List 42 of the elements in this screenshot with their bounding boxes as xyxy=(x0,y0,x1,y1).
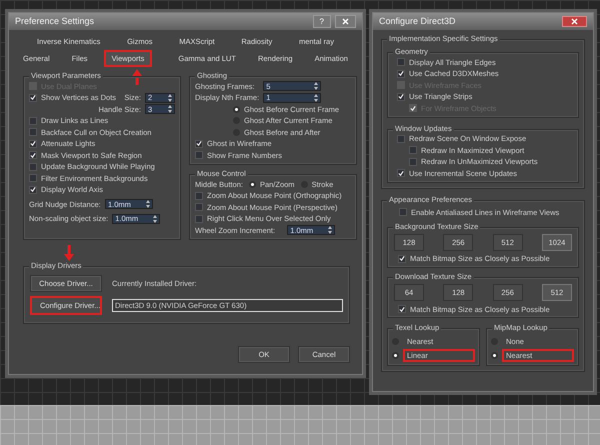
checkbox[interactable] xyxy=(409,146,417,154)
close-icon xyxy=(571,18,578,25)
checkbox[interactable] xyxy=(29,140,37,148)
window-title: Configure Direct3D xyxy=(379,16,457,27)
checkbox[interactable] xyxy=(29,128,37,136)
spinner-arrows-icon xyxy=(168,94,172,102)
checkbox[interactable] xyxy=(397,58,405,66)
checkbox[interactable] xyxy=(29,151,37,159)
checkbox[interactable] xyxy=(195,214,203,222)
checkbox[interactable] xyxy=(398,254,406,262)
checkbox[interactable] xyxy=(195,203,203,211)
checkbox[interactable] xyxy=(398,305,406,313)
radio-button[interactable] xyxy=(491,352,498,359)
close-icon xyxy=(342,18,349,26)
checkbox[interactable] xyxy=(409,158,417,166)
checkbox[interactable] xyxy=(29,116,37,124)
close-button[interactable] xyxy=(562,16,587,27)
spinner-arrows-icon xyxy=(314,94,318,102)
checkbox[interactable] xyxy=(195,151,203,159)
checkbox[interactable] xyxy=(29,94,37,102)
checkbox[interactable] xyxy=(29,162,37,170)
checkbox[interactable] xyxy=(397,169,405,177)
spinner-arrows-icon xyxy=(328,226,332,234)
checkbox[interactable] xyxy=(195,192,203,200)
checkbox[interactable] xyxy=(397,92,405,100)
checkbox[interactable] xyxy=(195,140,203,148)
close-button[interactable] xyxy=(335,15,356,28)
help-button[interactable]: ? xyxy=(312,15,331,28)
spinner-arrows-icon xyxy=(153,214,158,222)
radio-button[interactable] xyxy=(248,180,256,188)
checkbox[interactable] xyxy=(399,208,407,216)
checkbox[interactable] xyxy=(29,186,37,194)
spinner-arrows-icon xyxy=(168,105,172,113)
annotation-arrow-icon xyxy=(132,69,142,85)
window-title: Preference Settings xyxy=(15,16,96,27)
radio-button[interactable] xyxy=(392,352,399,359)
checkbox[interactable] xyxy=(29,174,37,182)
checkbox[interactable] xyxy=(397,134,405,142)
checkbox[interactable] xyxy=(397,70,405,78)
radio-button[interactable] xyxy=(233,106,240,112)
spinner-arrows-icon xyxy=(146,200,150,208)
spinner-arrows-icon xyxy=(314,82,318,90)
